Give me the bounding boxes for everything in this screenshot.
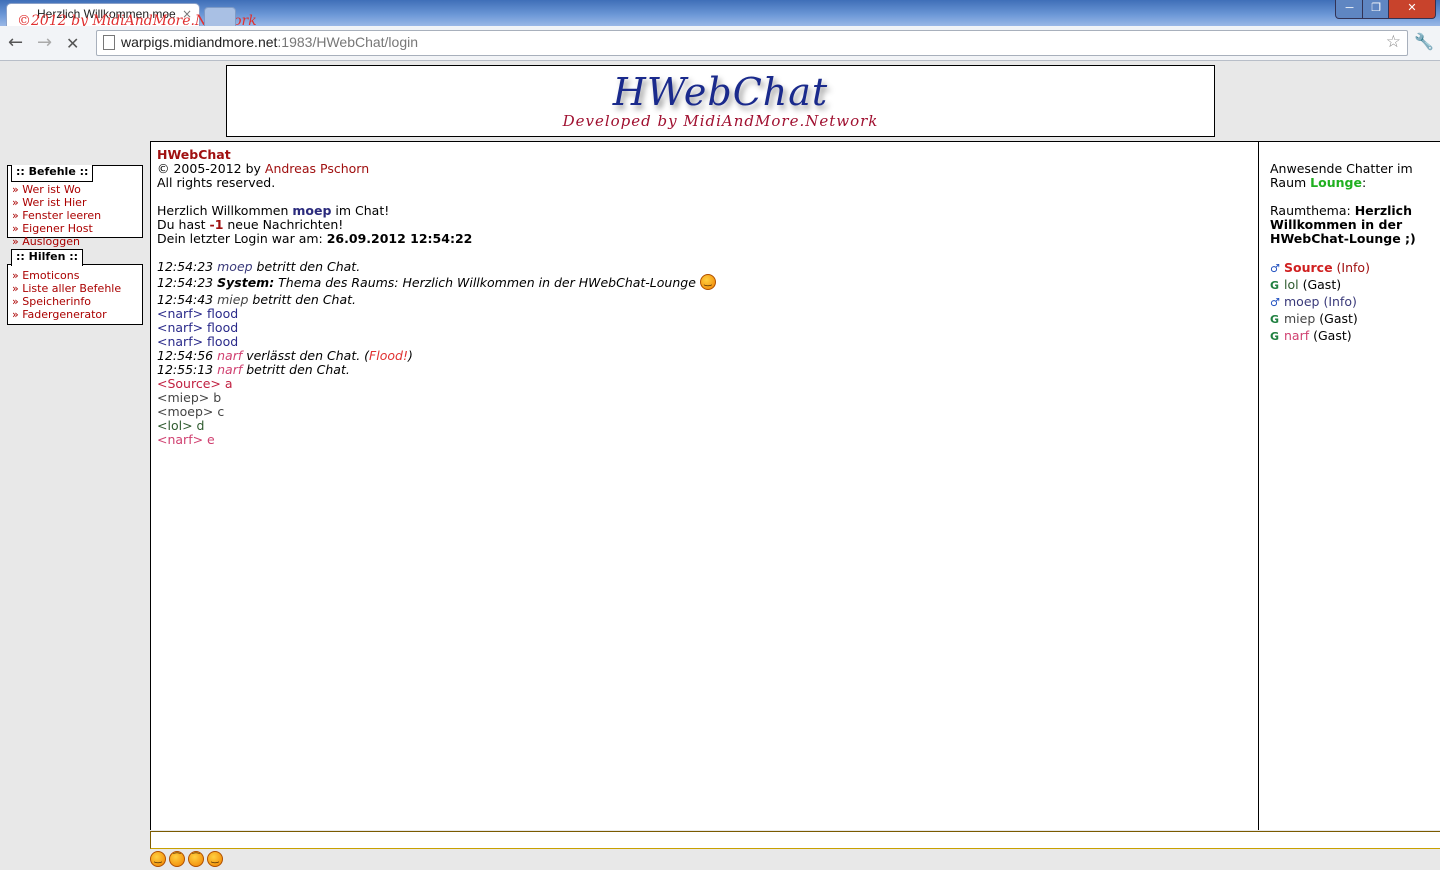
- chat-line: 12:54:56 narf verlässt den Chat. (Flood!…: [157, 348, 413, 363]
- chat-line: <narf> flood: [157, 320, 239, 335]
- user-item[interactable]: ♂ moep (Info): [1270, 294, 1434, 311]
- menu-item-wer-ist-hier[interactable]: » Wer ist Hier: [12, 196, 101, 209]
- menu-item-fadergenerator[interactable]: » Fadergenerator: [12, 308, 121, 321]
- male-icon: ♂: [1270, 296, 1280, 309]
- present-users-label: Anwesende Chatter im Raum Lounge:: [1270, 161, 1413, 190]
- maximize-icon[interactable]: ❐: [1362, 0, 1390, 19]
- window-titlebar: Herzlich Willkommen moe ©2012 by MidiAnd…: [0, 0, 1440, 29]
- browser-tab[interactable]: Herzlich Willkommen moe ©2012 by MidiAnd…: [6, 3, 257, 29]
- male-icon: ♂: [1270, 262, 1280, 275]
- chat-line: <lol> d: [157, 418, 205, 433]
- smile-icon[interactable]: ‿: [207, 851, 223, 867]
- chat-line: <narf> flood: [157, 334, 239, 349]
- chat-line: 12:54:23 System: Thema des Raums: Herzli…: [157, 274, 716, 293]
- befehle-menu: :: Befehle :: » Wer ist Wo » Wer ist Hie…: [7, 165, 143, 248]
- url-text[interactable]: warpigs.midiandmore.net:1983/HWebChat/lo…: [121, 34, 418, 50]
- chat-window[interactable]: HWebChat © 2005-2012 by Andreas Pschorn …: [150, 141, 1259, 830]
- page-icon: [103, 35, 115, 50]
- chat-line: <moep> c: [157, 404, 225, 419]
- hilfen-menu: :: Hilfen :: » Emoticons » Liste aller B…: [7, 249, 143, 325]
- menu-item-ausloggen[interactable]: » Ausloggen: [12, 235, 101, 248]
- back-arrow-icon[interactable]: ←: [8, 32, 23, 53]
- menu-item-wer-ist-wo[interactable]: » Wer ist Wo: [12, 183, 101, 196]
- chat-line: <narf> e: [157, 432, 215, 447]
- new-tab-button[interactable]: [204, 7, 236, 27]
- user-item[interactable]: ♂ Source (Info): [1270, 260, 1434, 277]
- frown-icon[interactable]: ⁀: [169, 851, 185, 867]
- wrench-icon[interactable]: 🔧: [1414, 32, 1434, 51]
- minimize-icon[interactable]: ─: [1335, 0, 1364, 19]
- chat-app-name: HWebChat: [157, 147, 231, 162]
- tab-close-icon[interactable]: ×: [182, 7, 192, 21]
- guest-icon: G: [1270, 330, 1280, 343]
- author-link[interactable]: Andreas Pschorn: [265, 161, 369, 176]
- last-login-line: Dein letzter Login war am: 26.09.2012 12…: [157, 231, 473, 246]
- chat-line: <Source> a: [157, 376, 233, 391]
- chat-line: 12:54:43 miep betritt den Chat.: [157, 292, 356, 307]
- chat-line: <narf> flood: [157, 306, 239, 321]
- banner-title: HWebChat: [612, 70, 829, 114]
- user-item[interactable]: Gnarf (Gast): [1270, 328, 1434, 345]
- user-list-panel: Anwesende Chatter im Raum Lounge: Raumth…: [1259, 141, 1440, 830]
- stop-icon[interactable]: ✕: [66, 34, 79, 53]
- copyright-line: © 2005-2012 by Andreas Pschorn: [157, 161, 370, 176]
- room-topic: Raumthema: Herzlich Willkommen in der HW…: [1270, 203, 1416, 246]
- banner: HWebChat Developed by MidiAndMore.Networ…: [226, 65, 1215, 137]
- menu-item-speicherinfo[interactable]: » Speicherinfo: [12, 295, 121, 308]
- messages-line: Du hast -1 neue Nachrichten!: [157, 217, 344, 232]
- star-icon[interactable]: ☆: [1386, 32, 1401, 52]
- banner-subtitle: Developed by MidiAndMore.Network: [562, 112, 879, 130]
- message-input[interactable]: [150, 831, 1440, 849]
- hilfen-heading: :: Hilfen ::: [11, 249, 84, 266]
- guest-icon: G: [1270, 279, 1280, 292]
- browser-toolbar: ← → ✕ warpigs.midiandmore.net:1983/HWebC…: [0, 26, 1440, 61]
- smile-icon[interactable]: ‿: [150, 851, 166, 867]
- chat-line: <miep> b: [157, 390, 222, 405]
- befehle-heading: :: Befehle ::: [11, 165, 94, 182]
- close-icon[interactable]: ✕: [1388, 0, 1436, 19]
- user-item[interactable]: Gmiep (Gast): [1270, 311, 1434, 328]
- menu-item-emoticons[interactable]: » Emoticons: [12, 269, 121, 282]
- chat-line: 12:54:23 moep betritt den Chat.: [157, 259, 361, 274]
- menu-item-eigener-host[interactable]: » Eigener Host: [12, 222, 101, 235]
- forward-arrow-icon[interactable]: →: [37, 32, 52, 53]
- user-item[interactable]: Glol (Gast): [1270, 277, 1434, 294]
- frown-icon[interactable]: ⁀: [188, 851, 204, 867]
- address-bar[interactable]: warpigs.midiandmore.net:1983/HWebChat/lo…: [96, 30, 1408, 56]
- chat-line: 12:55:13 narf betritt den Chat.: [157, 362, 350, 377]
- menu-item-fenster-leeren[interactable]: » Fenster leeren: [12, 209, 101, 222]
- welcome-line: Herzlich Willkommen moep im Chat!: [157, 203, 390, 218]
- menu-item-befehle-liste[interactable]: » Liste aller Befehle: [12, 282, 121, 295]
- smile-icon: ‿: [699, 274, 716, 290]
- guest-icon: G: [1270, 313, 1280, 326]
- rights-line: All rights reserved.: [157, 175, 276, 190]
